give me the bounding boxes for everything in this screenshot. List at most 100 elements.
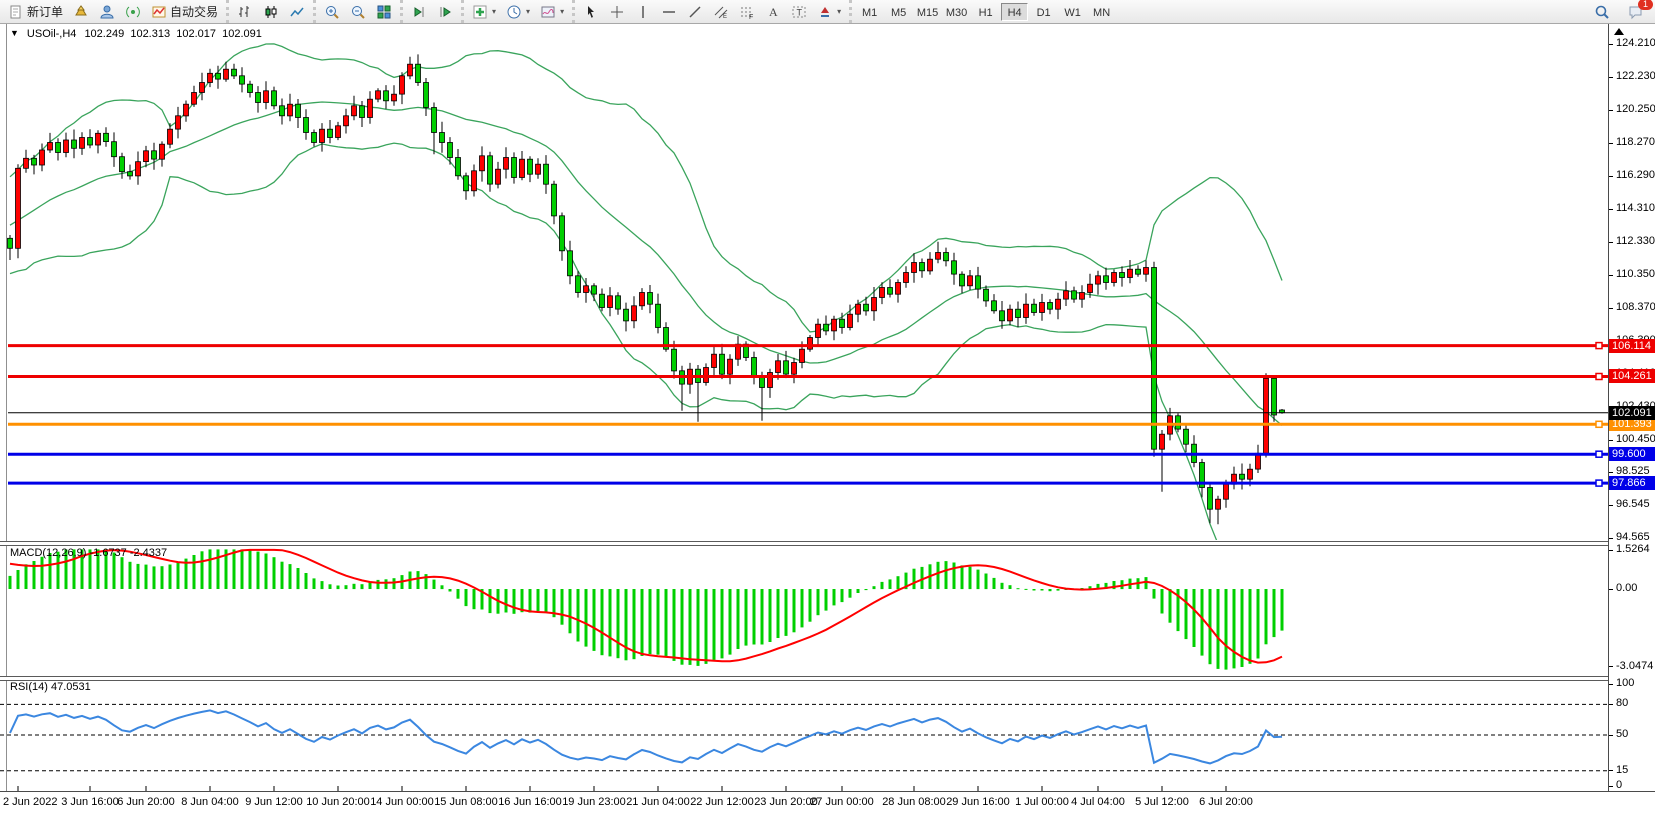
hline-handle[interactable]	[1596, 374, 1602, 380]
time-axis-label: 10 Jun 20:00	[306, 796, 370, 808]
tile-windows-button[interactable]	[372, 2, 396, 22]
trendline-button[interactable]	[683, 2, 707, 22]
time-axis-label: 5 Jul 12:00	[1135, 796, 1189, 808]
timeframe-mn-button[interactable]: MN	[1088, 3, 1115, 21]
zoom-out-button[interactable]	[346, 2, 370, 22]
line-chart-button[interactable]	[285, 2, 309, 22]
chart-title: ▼ USOil-,H4 102.249 102.313 102.017 102.…	[10, 28, 262, 40]
axis-tick	[1609, 770, 1613, 771]
candlestick-button[interactable]	[259, 2, 283, 22]
timeframe-d1-button[interactable]: D1	[1030, 3, 1057, 21]
autotrade-button[interactable]: 自动交易	[147, 2, 222, 22]
svg-text:F: F	[749, 14, 753, 20]
price-axis-label: 100.450	[1616, 433, 1655, 446]
time-axis-label: 14 Jun 00:00	[370, 796, 434, 808]
signals-button[interactable]	[121, 2, 145, 22]
axis-tick	[1609, 110, 1613, 111]
indicators-button[interactable]: ▾	[468, 2, 500, 22]
auto-scroll-button[interactable]	[407, 2, 431, 22]
timeframe-m1-button[interactable]: M1	[856, 3, 883, 21]
price-tag-104.261: 104.261	[1609, 369, 1655, 383]
axis-tick	[1609, 589, 1613, 590]
axis-tick	[1609, 176, 1613, 177]
price-axis-label: 124.210	[1616, 37, 1655, 50]
fibonacci-button[interactable]: F	[735, 2, 759, 22]
symbol-period-label: USOil-,H4	[27, 28, 77, 40]
time-axis-label: 6 Jul 20:00	[1199, 796, 1253, 808]
price-tag-99.600: 99.600	[1609, 447, 1655, 461]
price-tag-102.091: 102.091	[1609, 406, 1655, 420]
timeframe-m5-button[interactable]: M5	[885, 3, 912, 21]
search-button[interactable]	[1590, 2, 1614, 22]
hline-handle[interactable]	[1596, 343, 1602, 349]
price-axis-label: 118.270	[1616, 136, 1655, 149]
price-axis-label: 108.370	[1616, 301, 1655, 314]
time-axis-label: 9 Jun 12:00	[245, 796, 303, 808]
horizontal-line-button[interactable]	[657, 2, 681, 22]
open-value: 102.249	[84, 28, 124, 40]
price-axis-label: 110.350	[1616, 268, 1655, 281]
time-axis-label: 8 Jun 04:00	[181, 796, 239, 808]
cursor-button[interactable]	[579, 2, 603, 22]
time-axis[interactable]: 2 Jun 20223 Jun 16:006 Jun 20:008 Jun 04…	[0, 791, 1655, 813]
axis-tick	[1609, 275, 1613, 276]
axis-tick	[1609, 440, 1613, 441]
time-axis-label: 29 Jun 16:00	[946, 796, 1010, 808]
rsi-axis-label: 15	[1616, 764, 1628, 777]
price-axis[interactable]: 124.210122.230120.250118.270116.290114.3…	[1608, 24, 1655, 791]
macd-panel-splitter[interactable]	[0, 541, 1655, 546]
axis-tick	[1609, 472, 1613, 473]
draw-group: E F AT▾	[572, 0, 849, 23]
zoom-group	[313, 0, 400, 23]
rsi-axis-label: 80	[1616, 697, 1628, 710]
label-button[interactable]: T	[787, 2, 811, 22]
axis-tick	[1609, 505, 1613, 506]
periods-button[interactable]: ▾	[502, 2, 534, 22]
timeframe-h4-button[interactable]: H4	[1001, 3, 1028, 21]
price-axis-label: 122.230	[1616, 70, 1655, 83]
price-axis-label: 112.330	[1616, 235, 1655, 248]
new-order-button[interactable]: 新订单	[4, 2, 67, 22]
hline-handle[interactable]	[1596, 451, 1602, 457]
hline-handle[interactable]	[1596, 480, 1602, 486]
chat-button[interactable]: 1	[1624, 2, 1648, 22]
insert-group: ▾▾▾	[461, 0, 572, 23]
hline-handle[interactable]	[1596, 421, 1602, 427]
high-value: 102.313	[130, 28, 170, 40]
time-axis-label: 3 Jun 16:00	[61, 796, 119, 808]
trade-group: 新订单 自动交易	[0, 0, 226, 23]
chart-shift-button[interactable]	[433, 2, 457, 22]
price-axis-label: 114.310	[1616, 202, 1655, 215]
price-axis-label: 116.290	[1616, 169, 1655, 182]
time-axis-label: 4 Jul 04:00	[1071, 796, 1125, 808]
vertical-line-button[interactable]	[631, 2, 655, 22]
timeframe-w1-button[interactable]: W1	[1059, 3, 1086, 21]
timeframe-h1-button[interactable]: H1	[972, 3, 999, 21]
price-axis-label: 96.545	[1616, 498, 1650, 511]
arrows-button[interactable]: ▾	[813, 2, 845, 22]
templates-button[interactable]: ▾	[536, 2, 568, 22]
gold-button[interactable]	[69, 2, 93, 22]
ohlc-toggle-icon[interactable]: ▼	[10, 28, 19, 40]
axis-tick	[1609, 242, 1613, 243]
low-value: 102.017	[176, 28, 216, 40]
community-button[interactable]	[95, 2, 119, 22]
time-axis-label: 19 Jun 23:00	[562, 796, 626, 808]
crosshair-button[interactable]	[605, 2, 629, 22]
bar-chart-button[interactable]	[233, 2, 257, 22]
chart-type-group	[226, 0, 313, 23]
axis-tick	[1609, 143, 1613, 144]
timeframe-m30-button[interactable]: M30	[943, 3, 970, 21]
rsi-panel-splitter[interactable]	[0, 676, 1655, 681]
time-axis-label: 27 Jun 00:00	[810, 796, 874, 808]
timeframe-m15-button[interactable]: M15	[914, 3, 941, 21]
channel-button[interactable]: E	[709, 2, 733, 22]
macd-axis-label: -3.0474	[1616, 660, 1653, 673]
svg-text:A: A	[769, 5, 778, 19]
axis-tick	[1609, 308, 1613, 309]
zoom-in-button[interactable]	[320, 2, 344, 22]
text-button[interactable]: A	[761, 2, 785, 22]
rsi-plot	[0, 704, 1608, 770]
scroll-marker-icon	[1614, 28, 1624, 35]
notification-badge: 1	[1638, 0, 1653, 10]
